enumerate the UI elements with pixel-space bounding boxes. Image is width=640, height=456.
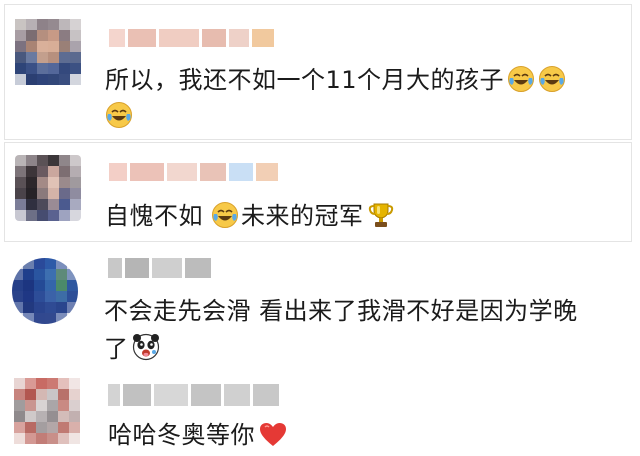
username-blurred[interactable]	[109, 29, 274, 47]
laugh-cry-icon	[105, 101, 133, 129]
avatar[interactable]	[14, 378, 80, 444]
username-blurred[interactable]	[108, 384, 279, 406]
comment-text: 所以，我还不如一个11个月大的孩子	[105, 63, 625, 97]
comment-item: 哈哈冬奥等你	[4, 372, 632, 456]
comment-text: 不会走先会滑 看出来了我滑不好是因为学晚	[104, 297, 578, 325]
comment-text: 哈哈冬奥等你	[108, 418, 287, 452]
avatar[interactable]	[12, 258, 78, 324]
trophy-icon	[368, 201, 394, 229]
comment-text-line2	[105, 99, 133, 133]
panda-icon	[131, 332, 161, 362]
red-heart-icon	[259, 422, 287, 448]
comment-item: 不会走先会滑 看出来了我滑不好是因为学晚 了	[4, 244, 632, 372]
comment-text: 自愧不如 未来的冠军	[105, 199, 394, 233]
avatar[interactable]	[15, 155, 81, 221]
comment-item: 所以，我还不如一个11个月大的孩子	[4, 4, 632, 140]
username-blurred[interactable]	[108, 258, 211, 278]
laugh-cry-icon	[538, 65, 566, 93]
laugh-cry-icon	[507, 65, 535, 93]
comment-text-line2: 了	[104, 332, 161, 366]
laugh-cry-icon	[211, 201, 239, 229]
avatar[interactable]	[15, 19, 81, 85]
comment-item: 自愧不如 未来的冠军	[4, 142, 632, 242]
username-blurred[interactable]	[109, 163, 278, 181]
